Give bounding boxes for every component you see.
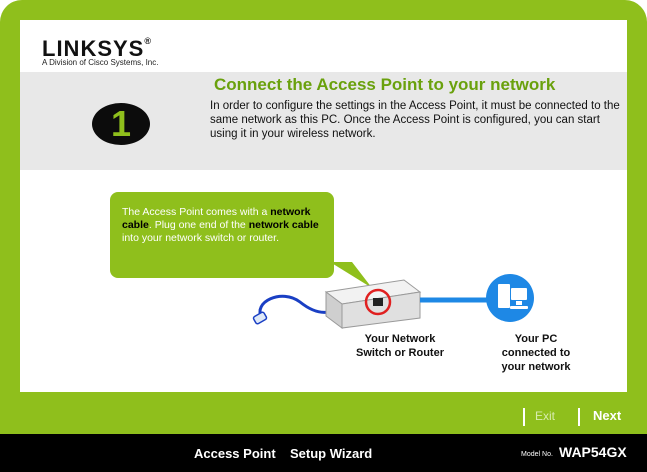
switch-label: Your Network Switch or Router [355,333,444,359]
model-number: WAP54GX [559,444,627,460]
callout-pointer [330,262,372,288]
cable-plug [252,311,268,325]
network-switch-icon [324,279,422,329]
footer-product-name: Access Point [194,446,276,461]
exit-button[interactable]: Exit [535,409,555,423]
footer-wizard-name: Setup Wizard [290,446,373,461]
nav-separator [578,408,580,426]
next-button[interactable]: Next [593,408,621,423]
nav-separator [523,408,525,426]
pc-icon [486,274,534,322]
model-number-label: Model No. [521,451,553,458]
pc-label: Your PC connected to your network [501,333,571,373]
